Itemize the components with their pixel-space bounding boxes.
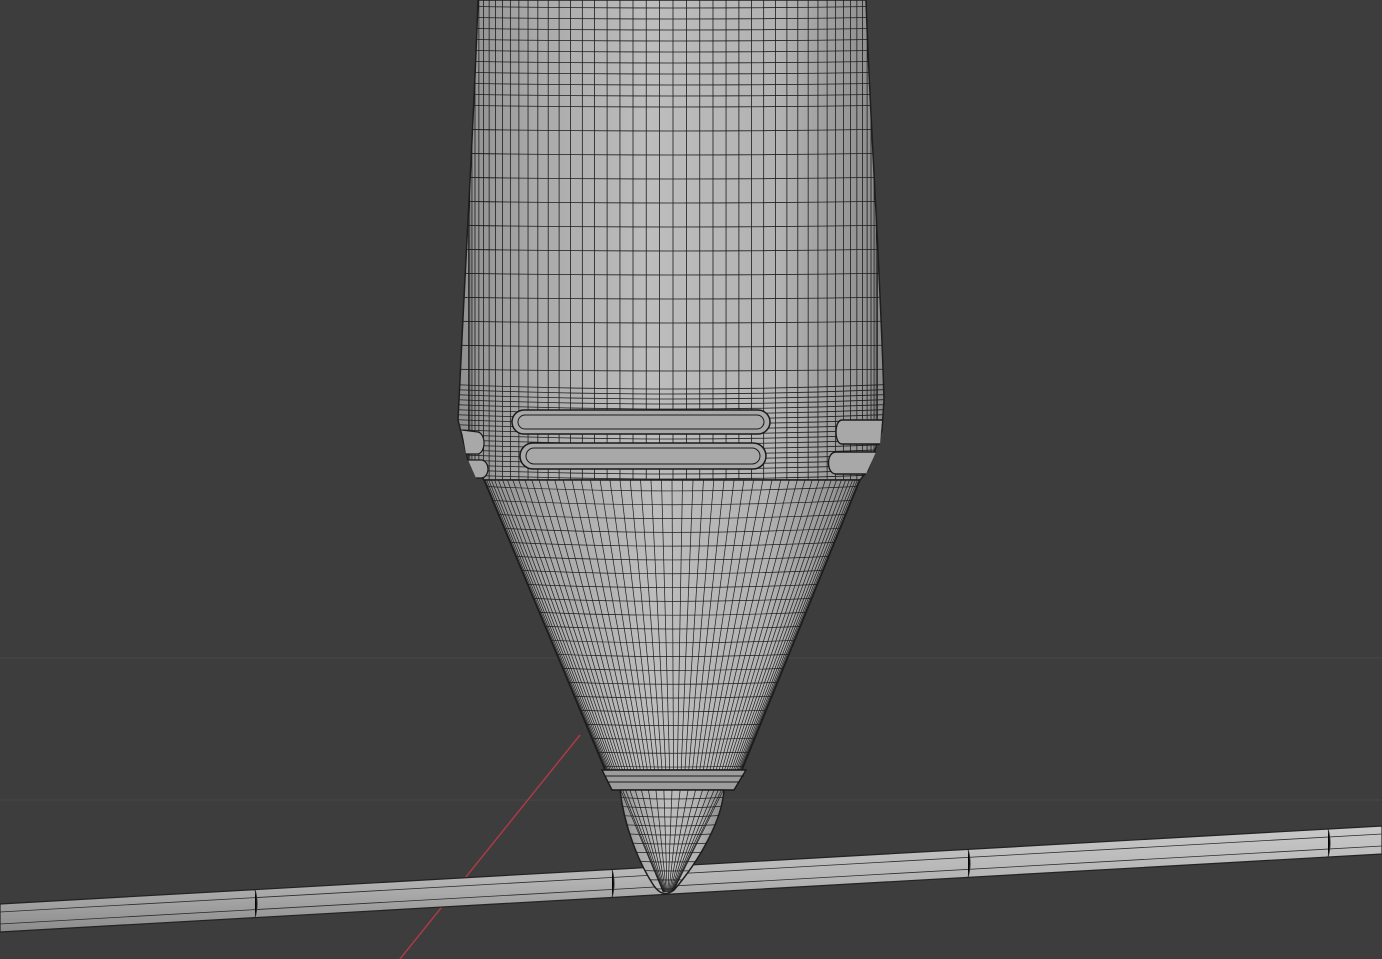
3d-viewport[interactable] xyxy=(0,0,1382,959)
pen-cone-mesh[interactable] xyxy=(477,479,868,791)
pen-body-mesh[interactable] xyxy=(440,0,900,484)
grip-slot-upper xyxy=(511,409,771,435)
viewport-scene[interactable] xyxy=(0,0,1382,959)
grip-slot-lower xyxy=(519,442,767,470)
x-axis-line xyxy=(399,734,581,959)
